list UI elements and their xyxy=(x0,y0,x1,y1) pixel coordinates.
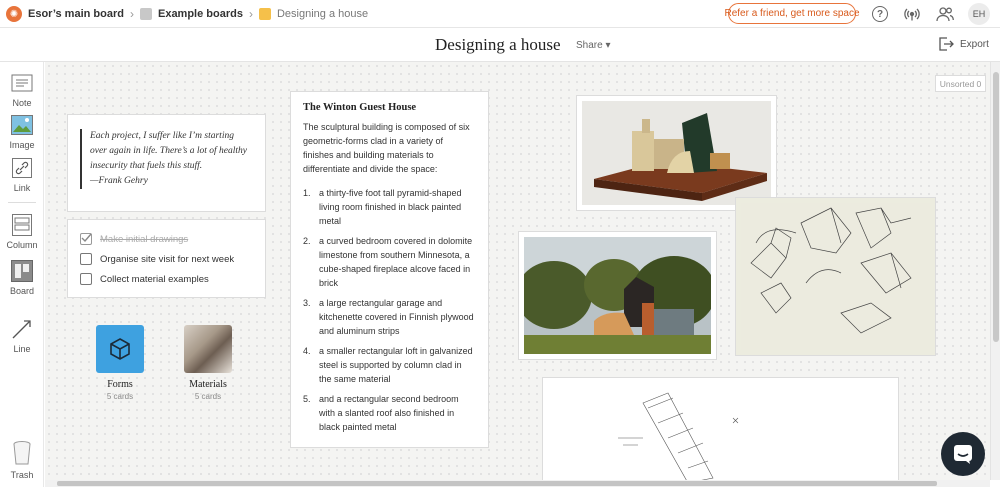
link-icon xyxy=(11,157,33,179)
tool-note[interactable]: Note xyxy=(0,72,44,108)
milanote-logo-icon[interactable]: ✺ xyxy=(6,6,22,22)
export-button[interactable]: Export xyxy=(938,36,989,52)
page-title[interactable]: Designing a house xyxy=(435,35,561,55)
tool-column[interactable]: Column xyxy=(0,214,44,250)
todo-item[interactable]: Make initial drawings xyxy=(80,233,188,245)
todo-card: Make initial drawings Organise site visi… xyxy=(67,219,266,298)
unsorted-button[interactable]: Unsorted 0 xyxy=(935,75,986,92)
text-card-list: 1. a thirty-five foot tall pyramid-shaped… xyxy=(303,186,476,434)
help-icon[interactable]: ? xyxy=(872,6,888,22)
quote-card[interactable]: Each project, I suffer like I’m starting… xyxy=(67,114,266,212)
tool-link[interactable]: Link xyxy=(0,157,44,193)
share-button[interactable]: Share ▾ xyxy=(576,40,611,51)
people-icon[interactable] xyxy=(936,6,954,22)
list-item: 4. a smaller rectangular loft in galvaniz… xyxy=(303,346,473,384)
tool-board[interactable]: Board xyxy=(0,260,44,296)
caret-down-icon: ▾ xyxy=(605,40,611,51)
floor-plan-drawing xyxy=(548,383,893,480)
refer-friend-button[interactable]: Refer a friend, get more space xyxy=(724,3,860,24)
board-icon xyxy=(11,260,33,282)
image-card-model[interactable] xyxy=(576,95,777,211)
breadcrumb: ✺ Esor’s main board › Example boards › D… xyxy=(6,6,368,22)
todo-item[interactable]: Organise site visit for next week xyxy=(80,253,234,265)
image-icon xyxy=(11,114,33,136)
list-item: 2. a curved bedroom covered in dolomite l… xyxy=(303,236,473,288)
top-bar: ✺ Esor’s main board › Example boards › D… xyxy=(0,0,1000,28)
horizontal-scroll-thumb[interactable] xyxy=(57,481,937,486)
list-item: 5. and a rectangular second bedroom with … xyxy=(303,394,459,432)
breadcrumb-item-example-boards[interactable]: Example boards xyxy=(139,8,243,20)
board-color-swatch xyxy=(258,8,271,20)
chat-support-button[interactable] xyxy=(941,432,985,476)
text-card-title: The Winton Guest House xyxy=(303,102,417,113)
text-card-intro: The sculptural building is composed of s… xyxy=(303,122,470,174)
chat-icon xyxy=(954,445,972,464)
tool-line[interactable]: Line xyxy=(0,318,44,354)
architectural-model-image xyxy=(582,101,771,205)
cube-icon xyxy=(96,325,144,373)
todo-item[interactable]: Collect material examples xyxy=(80,273,209,285)
trash-icon xyxy=(11,440,33,466)
chevron-right-icon: › xyxy=(248,7,253,21)
quote-text: Each project, I suffer like I’m starting… xyxy=(80,129,256,189)
horizontal-scrollbar[interactable] xyxy=(45,480,990,487)
image-card-sketch[interactable] xyxy=(735,197,936,356)
materials-thumbnail xyxy=(184,325,232,373)
list-item: 1. a thirty-five foot tall pyramid-shaped… xyxy=(303,188,462,226)
board-tile-forms[interactable]: Forms 5 cards xyxy=(85,325,155,401)
title-bar: Designing a house Share ▾ Export xyxy=(0,28,1000,62)
board-color-swatch xyxy=(139,8,152,20)
tool-sidebar: Note Image Link Column Board Line Trash xyxy=(0,62,44,487)
checkbox[interactable] xyxy=(80,253,92,265)
breadcrumb-item-current[interactable]: Designing a house xyxy=(258,8,368,20)
tool-trash[interactable]: Trash xyxy=(0,440,44,480)
tool-image[interactable]: Image xyxy=(0,114,44,150)
image-card-plan-drawing[interactable] xyxy=(542,377,899,480)
board-tile-materials[interactable]: Materials 5 cards xyxy=(173,325,243,401)
note-icon xyxy=(11,72,33,94)
checkbox-checked[interactable] xyxy=(80,233,92,245)
column-icon xyxy=(11,214,33,236)
board-canvas[interactable]: Unsorted 0 Each project, I suffer like I… xyxy=(45,62,990,480)
breadcrumb-item-main-board[interactable]: Esor’s main board xyxy=(28,8,124,20)
text-card[interactable]: The Winton Guest House The sculptural bu… xyxy=(290,91,489,448)
export-icon xyxy=(939,37,954,51)
image-card-house-photo[interactable] xyxy=(516,231,717,360)
chevron-right-icon: › xyxy=(129,7,134,21)
checkbox[interactable] xyxy=(80,273,92,285)
vertical-scroll-thumb[interactable] xyxy=(993,72,999,342)
line-icon xyxy=(11,318,33,340)
vertical-scrollbar[interactable] xyxy=(990,62,1000,480)
avatar[interactable]: EH xyxy=(968,3,990,25)
sidebar-divider xyxy=(8,202,36,203)
list-item: 3. a large rectangular garage and kitchen… xyxy=(303,298,474,336)
pencil-sketch-image xyxy=(741,203,930,350)
winton-house-photo xyxy=(516,237,716,354)
broadcast-icon[interactable] xyxy=(904,6,920,22)
